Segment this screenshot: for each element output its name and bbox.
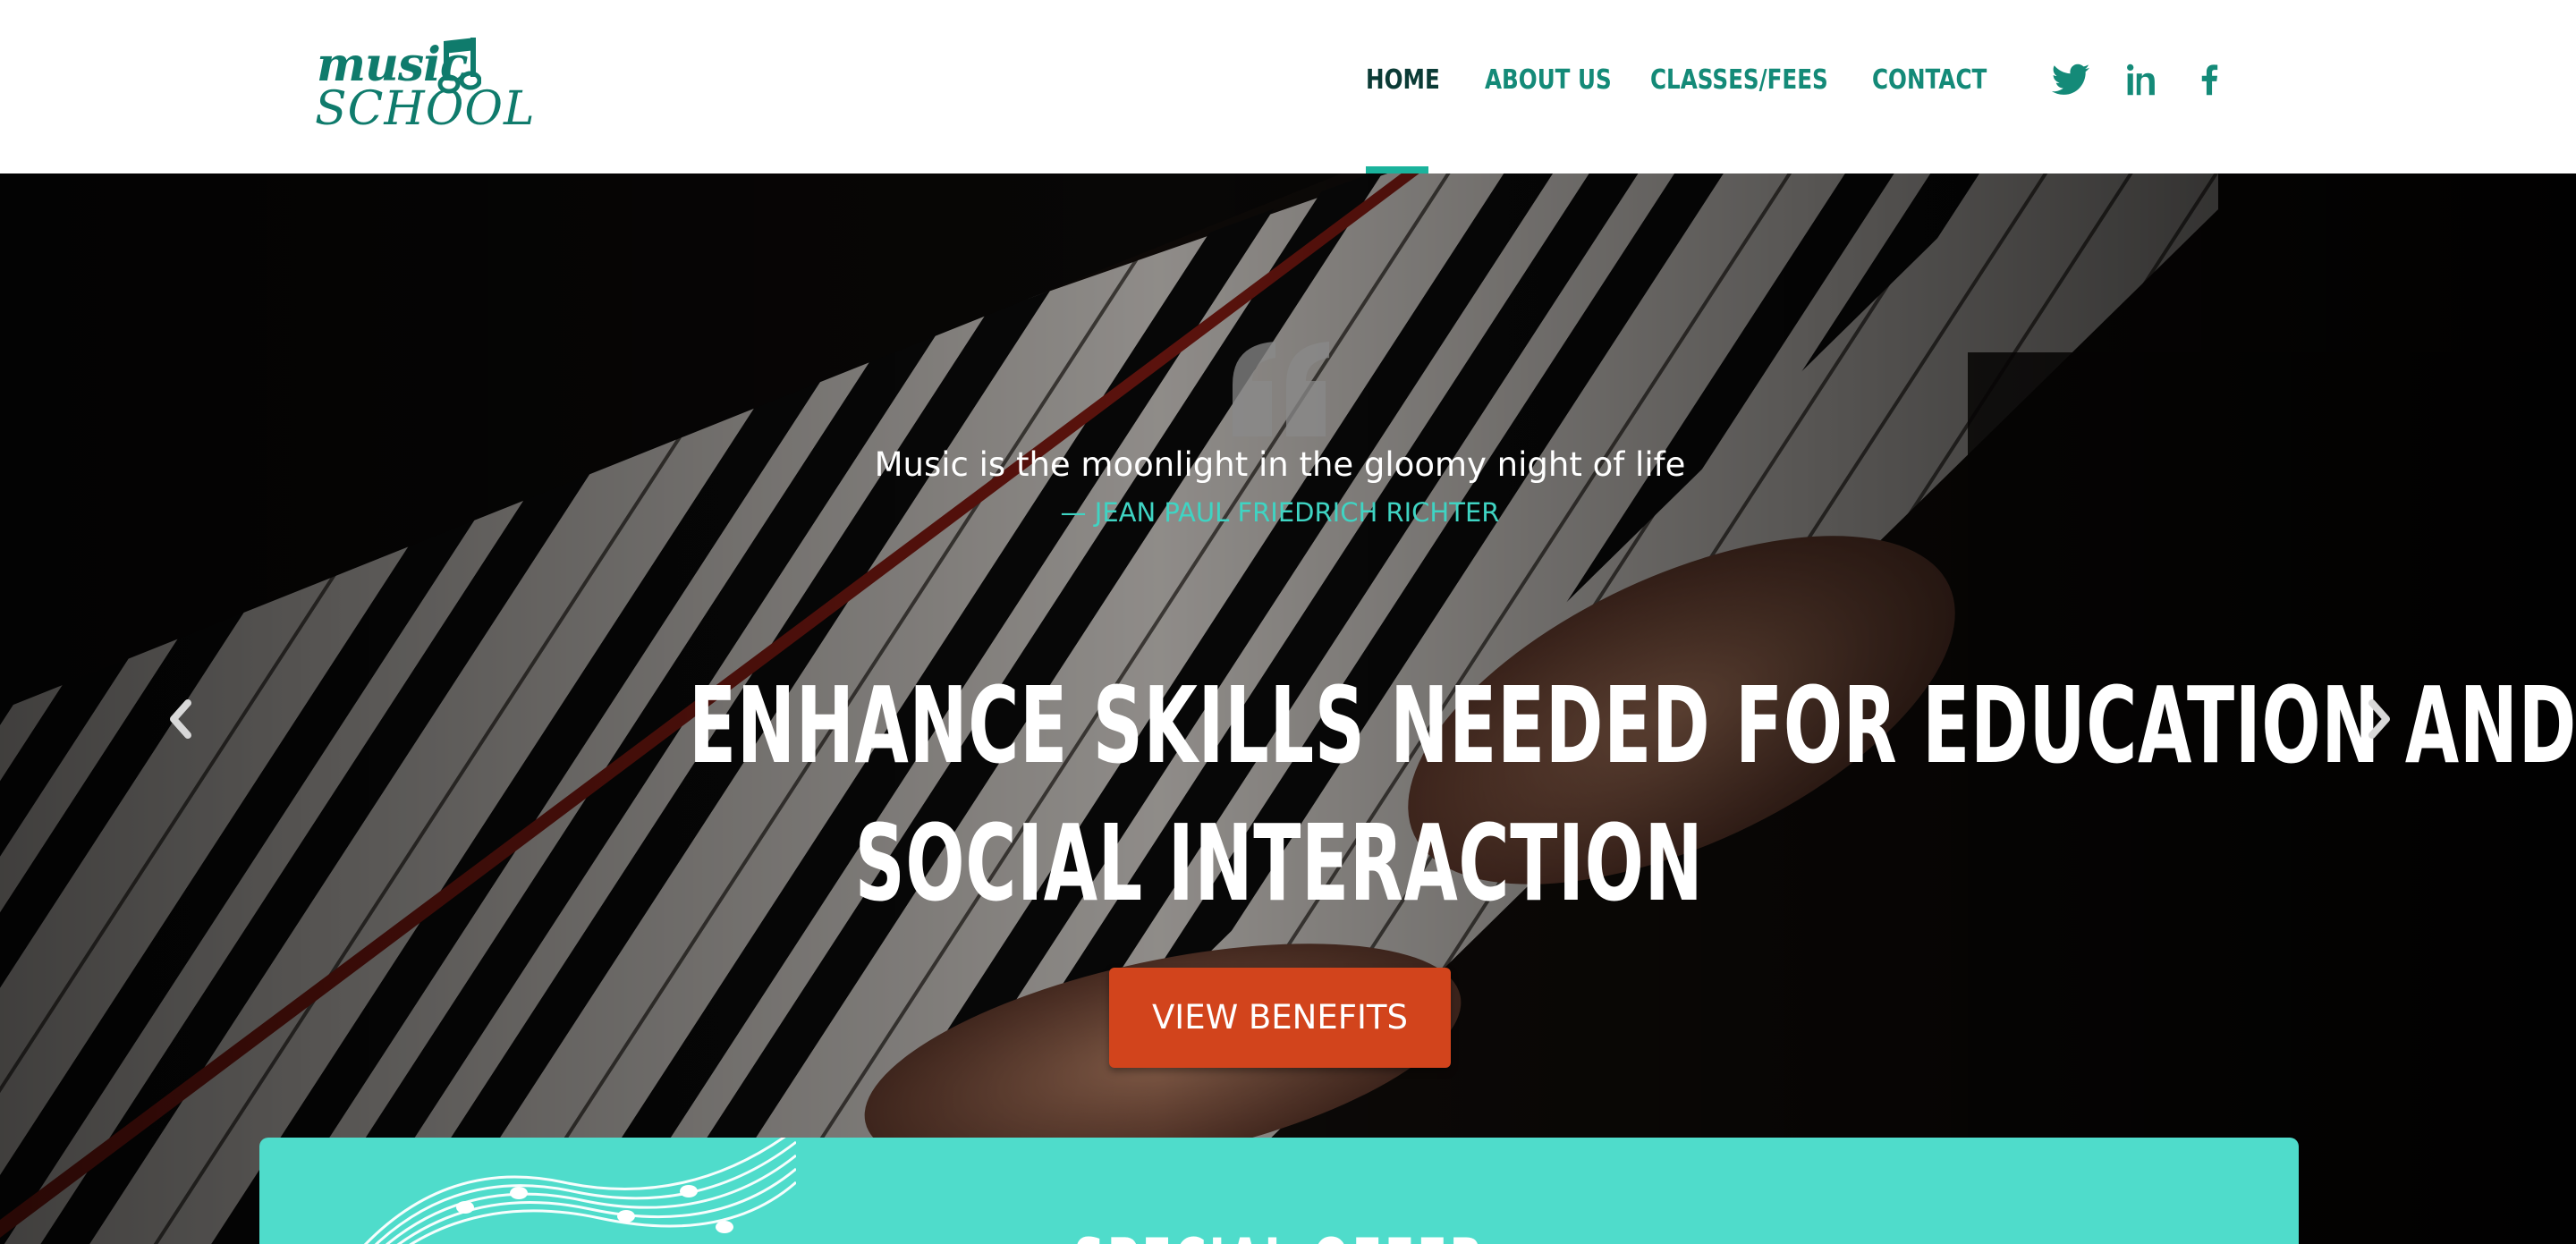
- nav-about-us[interactable]: ABOUT US: [1485, 64, 1612, 100]
- hero-headline-line2: SOCIAL INTERACTION: [854, 801, 1704, 925]
- hero-quote: Music is the moonlight in the gloomy nig…: [874, 445, 1686, 484]
- hero-headline-line1: ENHANCE SKILLS NEEDED FOR EDUCATION AND: [689, 664, 2576, 787]
- hero-carousel: Music is the moonlight in the gloomy nig…: [0, 173, 2576, 1244]
- twitter-icon[interactable]: [2050, 59, 2091, 100]
- hero-quote-author: — JEAN PAUL FRIEDRICH RICHTER: [1060, 497, 1500, 528]
- special-offer-banner: SPECIAL OFFER: [259, 1138, 2299, 1244]
- music-school-logo[interactable]: music SCHOOL: [315, 38, 535, 136]
- nav-classes-fees[interactable]: CLASSES/FEES: [1650, 64, 1828, 100]
- facebook-icon[interactable]: [2189, 59, 2230, 100]
- linkedin-icon[interactable]: [2120, 59, 2161, 100]
- chevron-right-icon[interactable]: [2363, 692, 2399, 746]
- view-benefits-button[interactable]: VIEW BENEFITS: [1109, 968, 1451, 1068]
- site-header: music SCHOOL HOME ABOUT US CLASSES/FEES …: [0, 0, 2576, 173]
- quote-icon: [1233, 342, 1329, 436]
- nav-home[interactable]: HOME: [1366, 64, 1440, 100]
- logo-school-text: SCHOOL: [315, 82, 536, 136]
- nav-active-indicator: [1366, 166, 1428, 173]
- special-offer-title-text: SPECIAL OFFER: [1072, 1225, 1485, 1244]
- nav-contact[interactable]: CONTACT: [1872, 64, 1987, 100]
- special-offer-title: SPECIAL OFFER: [259, 1225, 2299, 1244]
- hero-headline: ENHANCE SKILLS NEEDED FOR EDUCATION AND …: [385, 656, 2576, 932]
- chevron-left-icon[interactable]: [161, 692, 197, 746]
